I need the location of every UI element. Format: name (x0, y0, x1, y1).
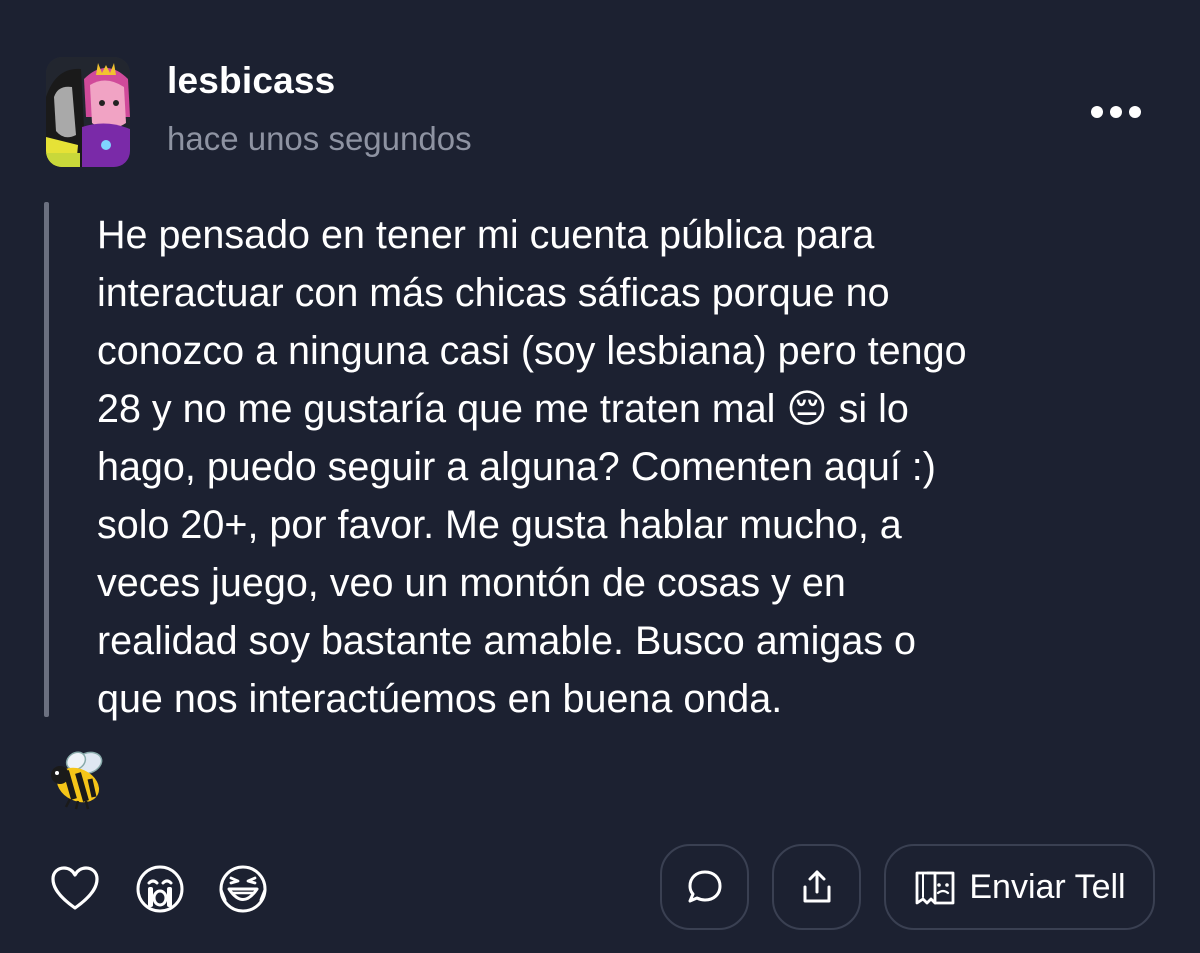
avatar-image (46, 57, 130, 167)
username[interactable]: lesbicass (167, 60, 335, 102)
more-dot-icon (1091, 106, 1103, 118)
more-dot-icon (1129, 106, 1141, 118)
post-timestamp: hace unos segundos (167, 120, 472, 157)
post-message: He pensado en tener mi cuenta pública pa… (97, 213, 967, 721)
post-card: lesbicass hace unos segundos He pensado … (0, 0, 1200, 953)
share-button[interactable] (772, 844, 861, 930)
heart-icon[interactable] (48, 862, 102, 916)
crying-face-icon[interactable] (133, 862, 187, 916)
tell-icon (915, 871, 955, 905)
more-dot-icon (1110, 106, 1122, 118)
avatar[interactable] (46, 57, 130, 167)
comment-icon (688, 870, 721, 903)
laughing-face-icon[interactable] (216, 862, 270, 916)
share-icon (803, 870, 830, 903)
bee-emoji (48, 749, 108, 811)
send-tell-label: Enviar Tell (969, 867, 1126, 906)
comment-button[interactable] (660, 844, 749, 930)
more-options-button[interactable] (1080, 92, 1152, 132)
quote-bar (44, 202, 49, 717)
send-tell-button[interactable]: Enviar Tell (884, 844, 1155, 930)
